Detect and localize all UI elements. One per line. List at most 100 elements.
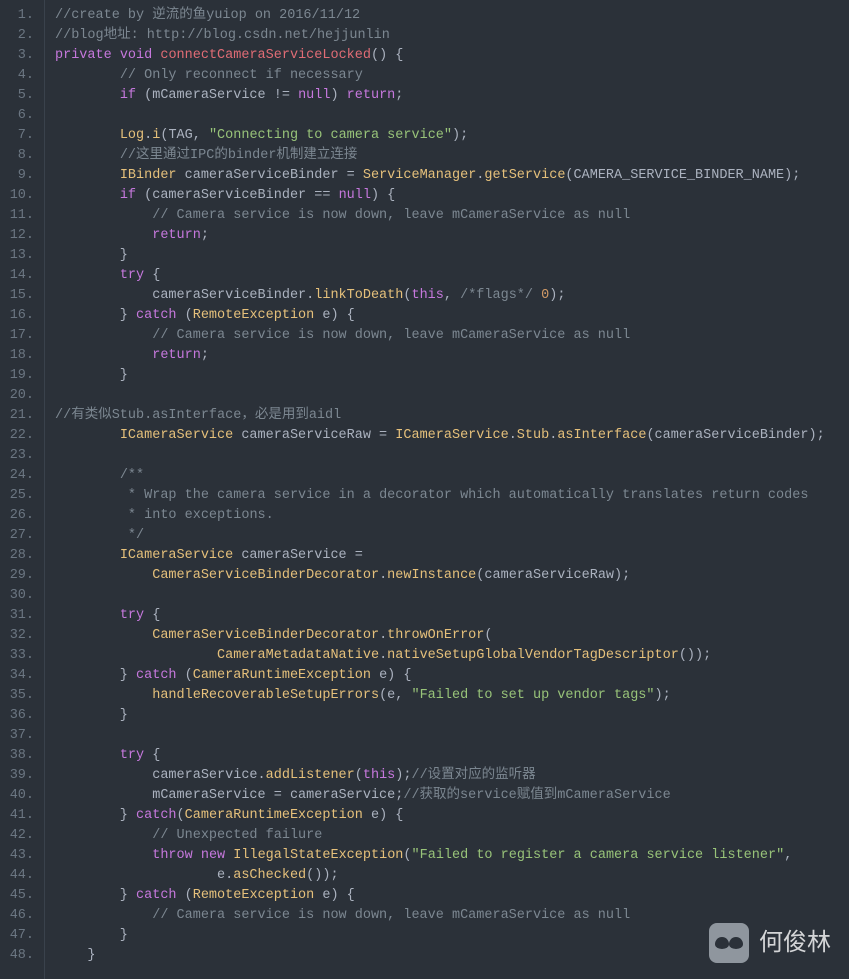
token: return [347, 88, 396, 103]
token: // Camera service is now down, leave mCa… [152, 328, 630, 343]
token: { [144, 268, 160, 283]
token: /** [120, 468, 144, 483]
token: "Failed to set up vendor tags" [411, 688, 654, 703]
code-line: } catch (RemoteException e) { [55, 306, 849, 326]
token: return [152, 228, 201, 243]
token: // Unexpected failure [152, 828, 322, 843]
line-number: 34. [0, 666, 34, 686]
line-number: 11. [0, 206, 34, 226]
code-area: //create by 逆流的鱼yuiop on 2016/11/12//blo… [45, 0, 849, 979]
token [55, 128, 120, 143]
line-number: 46. [0, 906, 34, 926]
token: . [379, 648, 387, 663]
code-line: } [55, 706, 849, 726]
token: ); [452, 128, 468, 143]
token: ( [177, 308, 193, 323]
token: RemoteException [193, 308, 315, 323]
token: try [120, 748, 144, 763]
token: IBinder [120, 168, 177, 183]
token [55, 848, 152, 863]
line-number: 9. [0, 166, 34, 186]
code-line: return; [55, 346, 849, 366]
line-number: 47. [0, 926, 34, 946]
token [55, 328, 152, 343]
token [55, 148, 120, 163]
token [290, 88, 298, 103]
token [55, 188, 120, 203]
token: ( [177, 668, 193, 683]
token: this [411, 288, 443, 303]
token: Stub [517, 428, 549, 443]
token [112, 48, 120, 63]
token: if [120, 188, 136, 203]
token: this [363, 768, 395, 783]
line-number: 25. [0, 486, 34, 506]
token: ); [655, 688, 671, 703]
token: newInstance [387, 568, 476, 583]
token: new [201, 848, 225, 863]
line-number: 22. [0, 426, 34, 446]
token: "Connecting to camera service" [209, 128, 452, 143]
token [55, 268, 120, 283]
token: handleRecoverableSetupErrors [152, 688, 379, 703]
token: if [120, 88, 136, 103]
line-number: 45. [0, 886, 34, 906]
token: cameraServiceBinder. [55, 288, 314, 303]
token: } [55, 668, 136, 683]
code-line: try { [55, 746, 849, 766]
token [55, 228, 152, 243]
code-line: */ [55, 526, 849, 546]
code-line: ICameraService cameraServiceRaw = ICamer… [55, 426, 849, 446]
line-number: 3. [0, 46, 34, 66]
line-number: 23. [0, 446, 34, 466]
token: ); [549, 288, 565, 303]
code-editor: 1.2.3.4.5.6.7.8.9.10.11.12.13.14.15.16.1… [0, 0, 849, 979]
token: e) { [314, 888, 355, 903]
token: ( [355, 768, 363, 783]
token: . [379, 628, 387, 643]
token: throw [152, 848, 193, 863]
line-number: 38. [0, 746, 34, 766]
token: CameraRuntimeException [193, 668, 371, 683]
token: asInterface [557, 428, 646, 443]
token: RemoteException [193, 888, 315, 903]
token: * into exceptions. [128, 508, 274, 523]
token: ICameraService [120, 428, 233, 443]
token: ( [403, 848, 411, 863]
token: ()); [306, 868, 338, 883]
line-number: 30. [0, 586, 34, 606]
token: * Wrap the camera service in a decorator… [128, 488, 809, 503]
wechat-icon [709, 923, 749, 963]
token: (TAG, [160, 128, 209, 143]
token: ServiceManager [363, 168, 476, 183]
token [55, 428, 120, 443]
token: null [298, 88, 330, 103]
line-number: 41. [0, 806, 34, 826]
token: try [120, 608, 144, 623]
line-number: 33. [0, 646, 34, 666]
code-line: Log.i(TAG, "Connecting to camera service… [55, 126, 849, 146]
token: e) { [371, 668, 412, 683]
code-line: /** [55, 466, 849, 486]
line-number: 20. [0, 386, 34, 406]
token: ; [201, 348, 209, 363]
code-line: throw new IllegalStateException("Failed … [55, 846, 849, 866]
line-number: 27. [0, 526, 34, 546]
token: } [55, 248, 128, 263]
line-number: 35. [0, 686, 34, 706]
token: //create by 逆流的鱼yuiop on 2016/11/12 [55, 8, 360, 23]
token [55, 488, 128, 503]
token: ; [395, 88, 403, 103]
token [193, 848, 201, 863]
line-number: 40. [0, 786, 34, 806]
token: e) { [363, 808, 404, 823]
token: } [55, 888, 136, 903]
token: , [784, 848, 792, 863]
token: try [120, 268, 144, 283]
token: //获取的service赋值到mCameraService [403, 788, 670, 803]
token [55, 508, 128, 523]
line-number: 43. [0, 846, 34, 866]
line-number: 36. [0, 706, 34, 726]
line-number: 48. [0, 946, 34, 966]
token [55, 608, 120, 623]
